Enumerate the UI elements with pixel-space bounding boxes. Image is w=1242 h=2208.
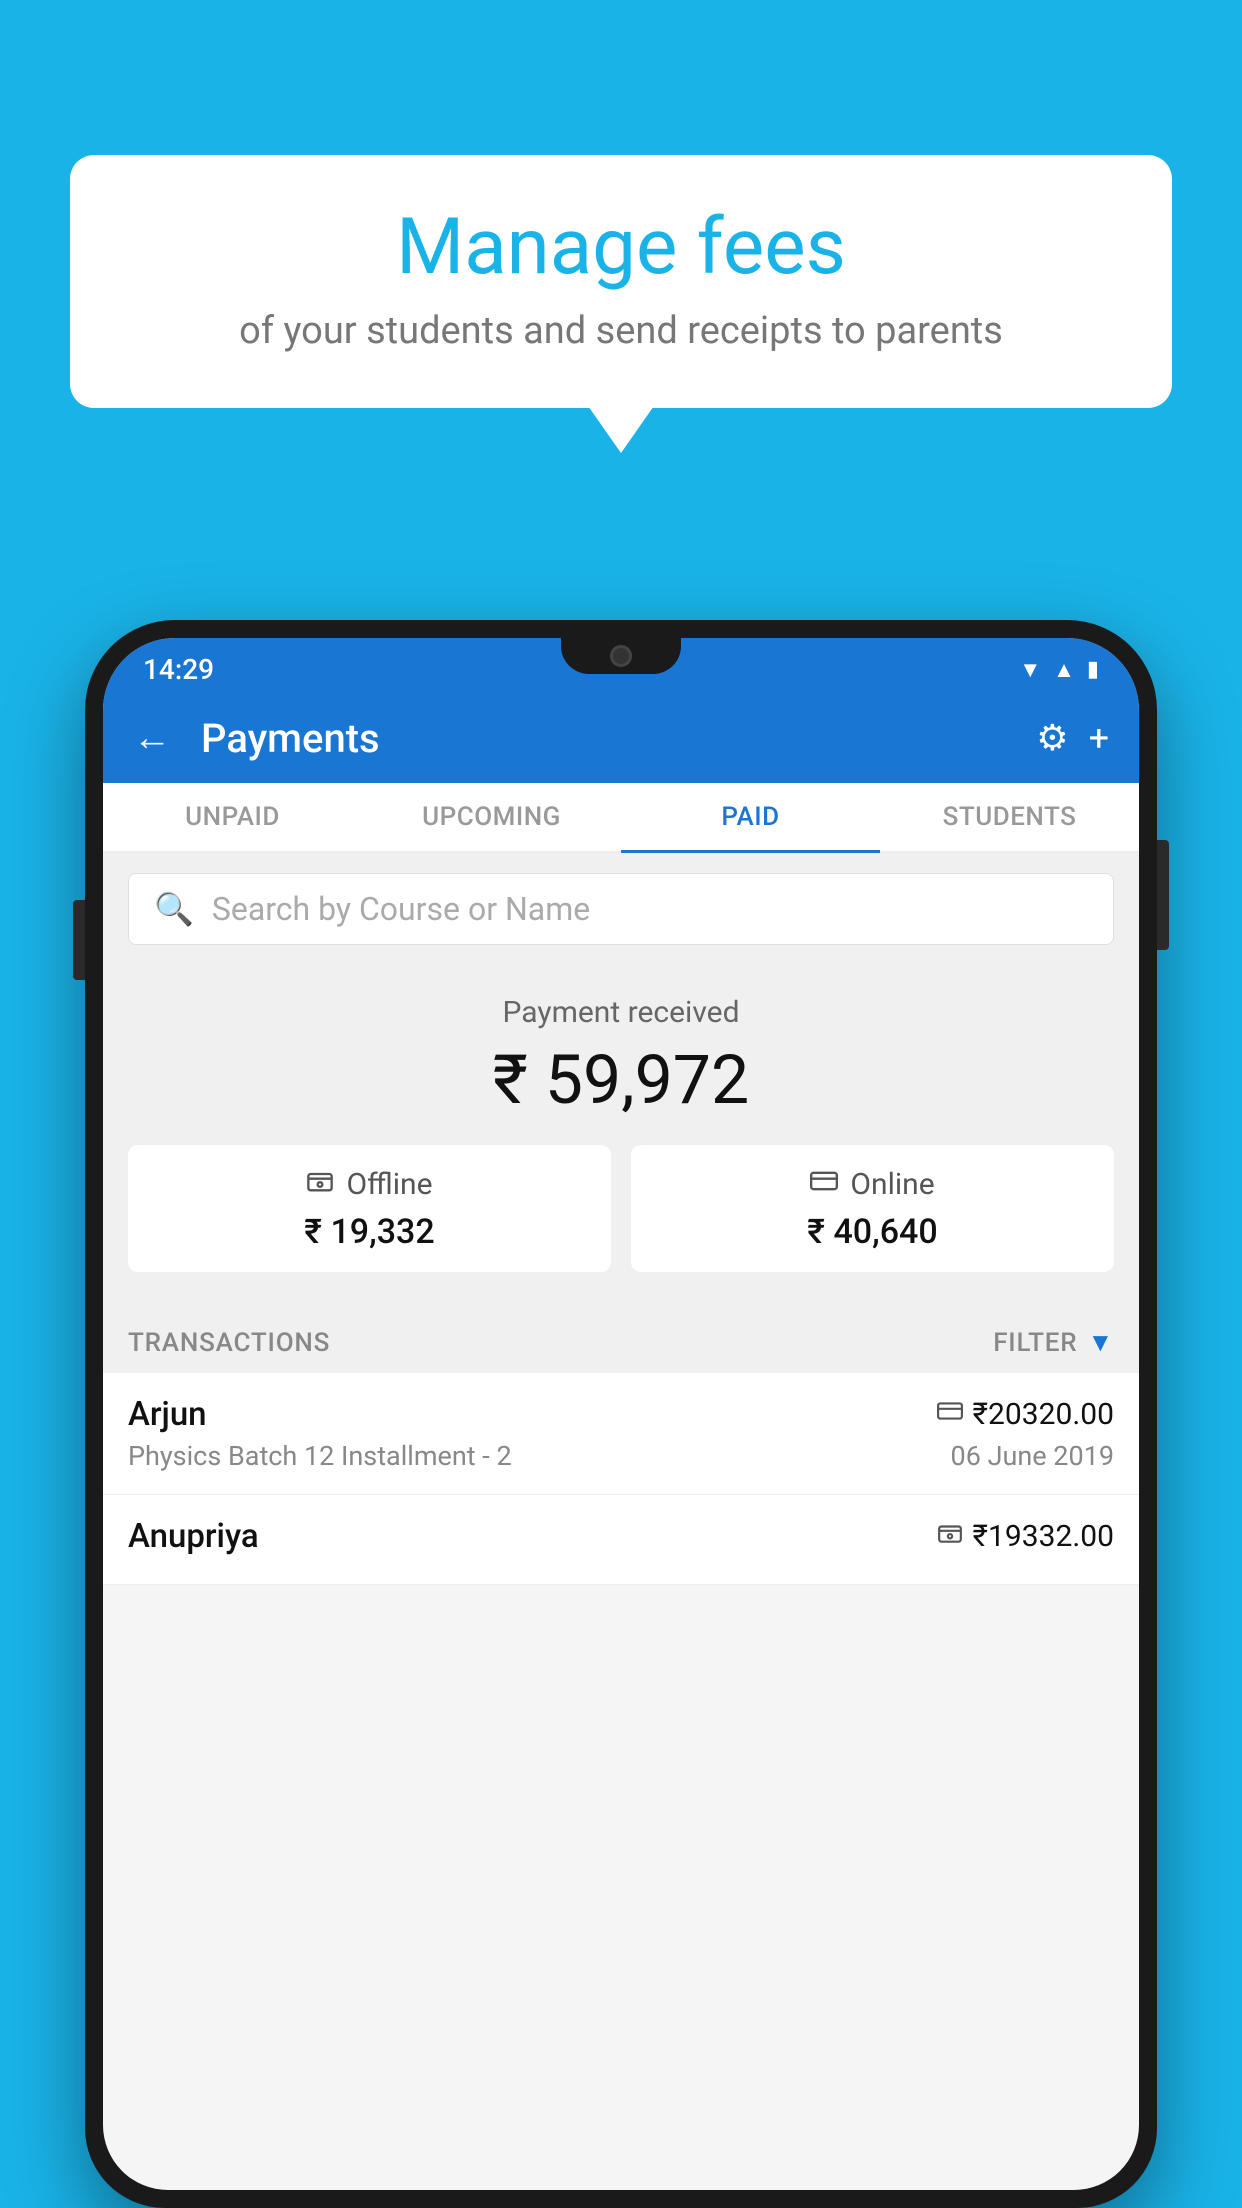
transaction-amount: ₹20320.00 xyxy=(973,1397,1114,1432)
transaction-name: Anupriya xyxy=(128,1517,259,1556)
offline-label: Offline xyxy=(346,1167,432,1202)
tab-upcoming[interactable]: UPCOMING xyxy=(362,783,621,851)
front-camera xyxy=(610,645,632,667)
transaction-course: Physics Batch 12 Installment - 2 xyxy=(128,1440,512,1472)
transaction-row[interactable]: Anupriya ₹19332.00 xyxy=(103,1495,1139,1585)
payment-received-section: Payment received ₹ 59,972 xyxy=(103,965,1139,1307)
transaction-row[interactable]: Arjun ₹20320.00 Physics Batch 12 Install… xyxy=(103,1373,1139,1495)
bubble-title: Manage fees xyxy=(130,205,1112,291)
search-input[interactable]: Search by Course or Name xyxy=(212,890,590,928)
payment-total-amount: ₹ 59,972 xyxy=(128,1040,1114,1120)
phone-outer: 14:29 ▼ ▲ ▮ ← Payments ⚙ + UNPAID xyxy=(85,620,1157,2208)
transaction-date: 06 June 2019 xyxy=(951,1440,1114,1472)
transaction-amount-container: ₹20320.00 xyxy=(937,1397,1114,1432)
speech-bubble-container: Manage fees of your students and send re… xyxy=(70,155,1172,408)
offline-amount: ₹ 19,332 xyxy=(148,1212,591,1252)
signal-icon: ▲ xyxy=(1053,657,1075,683)
tab-paid[interactable]: PAID xyxy=(621,783,880,851)
transaction-row-top: Anupriya ₹19332.00 xyxy=(128,1517,1114,1556)
offline-card-header: Offline xyxy=(148,1167,591,1202)
filter-icon: ▼ xyxy=(1087,1327,1114,1358)
settings-button[interactable]: ⚙ xyxy=(1036,717,1068,759)
payment-type-icon xyxy=(937,1398,963,1431)
online-card-header: Online xyxy=(651,1167,1094,1202)
status-icons: ▼ ▲ ▮ xyxy=(1019,657,1099,683)
battery-icon: ▮ xyxy=(1087,657,1099,682)
add-button[interactable]: + xyxy=(1089,717,1109,759)
phone-screen: 14:29 ▼ ▲ ▮ ← Payments ⚙ + UNPAID xyxy=(103,638,1139,2190)
offline-card: Offline ₹ 19,332 xyxy=(128,1145,611,1272)
search-icon: 🔍 xyxy=(154,890,194,928)
speech-bubble: Manage fees of your students and send re… xyxy=(70,155,1172,408)
transaction-amount: ₹19332.00 xyxy=(973,1519,1114,1554)
phone-notch xyxy=(561,638,681,674)
online-label: Online xyxy=(850,1167,934,1202)
transaction-name: Arjun xyxy=(128,1395,207,1434)
tab-students[interactable]: STUDENTS xyxy=(880,783,1139,851)
payment-cards: Offline ₹ 19,332 Online xyxy=(128,1145,1114,1272)
transaction-row-top: Arjun ₹20320.00 xyxy=(128,1395,1114,1434)
search-box[interactable]: 🔍 Search by Course or Name xyxy=(128,873,1114,945)
tab-unpaid[interactable]: UNPAID xyxy=(103,783,362,851)
status-time: 14:29 xyxy=(143,653,214,686)
online-amount: ₹ 40,640 xyxy=(651,1212,1094,1252)
wifi-icon: ▼ xyxy=(1019,657,1041,683)
payment-received-label: Payment received xyxy=(128,995,1114,1030)
app-header: ← Payments ⚙ + xyxy=(103,693,1139,783)
payment-type-icon xyxy=(937,1520,963,1553)
online-icon xyxy=(810,1167,838,1202)
bubble-subtitle: of your students and send receipts to pa… xyxy=(130,309,1112,353)
transactions-header: TRANSACTIONS FILTER ▼ xyxy=(103,1307,1139,1373)
transaction-row-bottom: Physics Batch 12 Installment - 2 06 June… xyxy=(128,1440,1114,1472)
phone-wrapper: 14:29 ▼ ▲ ▮ ← Payments ⚙ + UNPAID xyxy=(85,620,1157,2208)
transaction-amount-container: ₹19332.00 xyxy=(937,1519,1114,1554)
filter-button[interactable]: FILTER ▼ xyxy=(993,1327,1114,1358)
header-actions: ⚙ + xyxy=(1036,717,1109,759)
tabs: UNPAID UPCOMING PAID STUDENTS xyxy=(103,783,1139,853)
back-button[interactable]: ← xyxy=(133,716,171,760)
offline-icon xyxy=(306,1167,334,1202)
search-container: 🔍 Search by Course or Name xyxy=(103,853,1139,965)
online-card: Online ₹ 40,640 xyxy=(631,1145,1114,1272)
transactions-label: TRANSACTIONS xyxy=(128,1328,330,1358)
page-title: Payments xyxy=(201,715,1016,762)
